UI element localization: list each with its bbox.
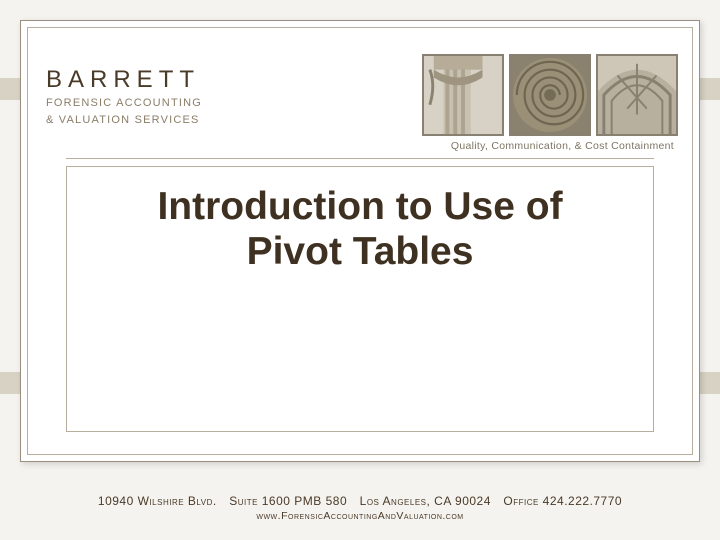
slide-title: Introduction to Use of Pivot Tables [67,167,653,275]
decor-band [700,372,720,394]
slide-title-line1: Introduction to Use of [67,185,653,230]
header-photo-spiral [509,54,591,136]
tagline: Quality, Communication, & Cost Containme… [451,140,674,152]
slide-inner-frame: BARRETT FORENSIC ACCOUNTING & VALUATION … [27,27,693,455]
header-photo-column [422,54,504,136]
decor-band [0,372,20,394]
decor-band [700,78,720,100]
footer-address: 10940 Wilshire Blvd. Suite 1600 PMB 580 … [0,494,720,508]
brand-name: BARRETT [46,66,202,94]
slide-header: BARRETT FORENSIC ACCOUNTING & VALUATION … [28,48,686,150]
header-photo-arch [596,54,678,136]
brand-subtitle-2: & VALUATION SERVICES [46,113,202,128]
brand-block: BARRETT FORENSIC ACCOUNTING & VALUATION … [46,66,202,128]
slide-title-line2: Pivot Tables [67,230,653,275]
slide-frame: BARRETT FORENSIC ACCOUNTING & VALUATION … [20,20,700,462]
content-frame: Introduction to Use of Pivot Tables [66,166,654,432]
photo-strip [422,54,678,136]
brand-subtitle-1: FORENSIC ACCOUNTING [46,96,202,111]
decor-band [0,78,20,100]
footer-url: www.ForensicAccountingAndValuation.com [0,510,720,522]
header-divider [66,158,654,159]
slide-footer: 10940 Wilshire Blvd. Suite 1600 PMB 580 … [0,494,720,522]
